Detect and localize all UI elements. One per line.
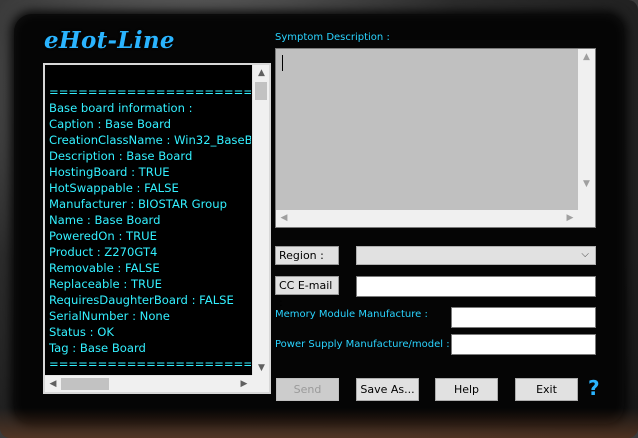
info-line: SerialNumber : None	[49, 309, 170, 323]
help-button[interactable]: Help	[435, 378, 498, 401]
info-line: Removable : FALSE	[49, 261, 160, 275]
scrollbar-corner	[252, 375, 269, 392]
info-line: RequiresDaughterBoard : FALSE	[49, 293, 234, 307]
scroll-right-icon[interactable]: ▶	[562, 210, 578, 227]
info-line: HotSwappable : FALSE	[49, 181, 179, 195]
symptom-label: Symptom Description :	[275, 32, 390, 43]
info-line: Product : Z270GT4	[49, 245, 158, 259]
help-question-icon[interactable]: ?	[588, 376, 600, 400]
cc-email-input[interactable]	[356, 276, 596, 297]
memory-manufacture-input[interactable]	[451, 307, 596, 328]
chevron-down-icon[interactable]: ⌵	[581, 249, 589, 260]
symptom-horizontal-scrollbar[interactable]: ◀ ▶	[276, 210, 578, 227]
scroll-thumb[interactable]	[61, 378, 109, 390]
info-line: Name : Base Board	[49, 213, 161, 227]
decorative-glow	[0, 408, 638, 438]
scroll-left-icon[interactable]: ◀	[45, 376, 61, 392]
scroll-left-icon[interactable]: ◀	[276, 210, 292, 227]
send-button[interactable]: Send	[276, 378, 339, 401]
scroll-up-icon[interactable]: ▲	[253, 65, 269, 82]
region-label: Region :	[275, 246, 339, 265]
scroll-up-icon[interactable]: ▲	[578, 49, 595, 66]
info-vertical-scrollbar[interactable]: ▲ ▼	[252, 65, 269, 377]
psu-manufacture-input[interactable]	[451, 334, 596, 355]
scroll-thumb[interactable]	[255, 82, 267, 100]
system-info-text: ======================== Base board infor…	[49, 84, 251, 374]
info-horizontal-scrollbar[interactable]: ◀ ▶	[45, 375, 252, 392]
info-line: Status : OK	[49, 325, 114, 339]
scrollbar-corner	[578, 210, 595, 227]
exit-button[interactable]: Exit	[515, 378, 578, 401]
info-line: Manufacturer : BIOSTAR Group	[49, 197, 227, 211]
symptom-textarea[interactable]: ▲ ▼ ◀ ▶	[275, 48, 596, 228]
info-line: Replaceable : TRUE	[49, 277, 162, 291]
text-caret	[282, 55, 283, 71]
info-line: PoweredOn : TRUE	[49, 229, 157, 243]
scroll-down-icon[interactable]: ▼	[578, 176, 595, 193]
info-line: Base board information :	[49, 101, 193, 115]
cc-email-label: CC E-mail :	[275, 276, 339, 309]
app-title: eHot-Line	[44, 27, 175, 54]
scroll-right-icon[interactable]: ▶	[236, 376, 252, 392]
psu-manufacture-label: Power Supply Manufacture/model :	[275, 339, 450, 350]
info-line: CreationClassName : Win32_BaseBoard	[49, 133, 251, 147]
window-frame: eHot-Line ======================== Base b…	[0, 0, 638, 438]
save-as-button[interactable]: Save As...	[356, 378, 419, 401]
memory-manufacture-label: Memory Module Manufacture :	[275, 309, 428, 320]
region-select[interactable]: ⌵	[356, 246, 596, 265]
info-line: HostingBoard : TRUE	[49, 165, 170, 179]
info-line: Tag : Base Board	[49, 341, 146, 355]
info-line: Caption : Base Board	[49, 117, 172, 131]
system-info-panel[interactable]: ======================== Base board infor…	[43, 63, 271, 394]
info-line: ========================	[49, 357, 251, 371]
info-line: ========================	[49, 85, 251, 99]
info-line: Description : Base Board	[49, 149, 193, 163]
symptom-vertical-scrollbar[interactable]: ▲ ▼	[578, 49, 595, 210]
symptom-text-area[interactable]	[278, 51, 578, 209]
